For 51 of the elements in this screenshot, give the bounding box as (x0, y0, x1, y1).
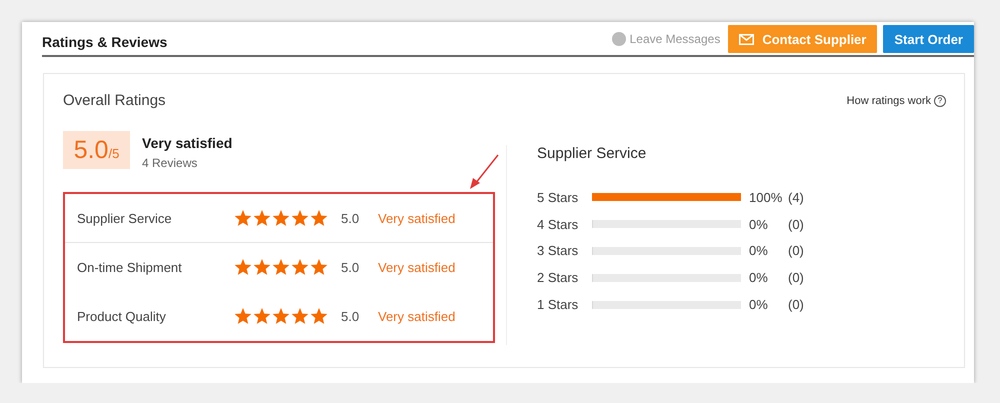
star-level-label: 2 Stars (537, 270, 580, 286)
category-score: 5.0 (341, 260, 360, 274)
rating-percent: 0% (749, 270, 769, 286)
star-icon (272, 258, 290, 276)
star-icon (310, 210, 328, 226)
overall-verdict: Very satisfied (142, 135, 232, 151)
section-title: Ratings & Reviews (42, 32, 168, 50)
rating-count: (0) (788, 297, 804, 312)
star-icon (291, 308, 309, 324)
start-order-button[interactable]: Start Order (883, 25, 974, 53)
contact-supplier-button[interactable]: Contact Supplier (728, 25, 878, 53)
category-score: 5.0 (341, 308, 360, 324)
star-level-label: 5 Stars (537, 190, 580, 205)
rating-percent: 0% (749, 243, 769, 258)
category-verdict: Very satisfied (378, 308, 456, 324)
star-icon (310, 308, 328, 324)
star-icon (310, 258, 328, 276)
envelope-icon (739, 34, 754, 44)
rating-percent: 0% (749, 216, 769, 232)
category-score: 5.0 (341, 210, 360, 226)
rating-percent: 100% (749, 190, 784, 205)
annotation-arrow (469, 154, 499, 190)
leave-messages-link[interactable]: Leave Messages (612, 32, 720, 46)
review-count: 4 Reviews (142, 156, 198, 170)
breakdown-title: Supplier Service (537, 145, 648, 162)
category-verdict: Very satisfied (378, 260, 456, 274)
star-icon (253, 210, 271, 226)
star-icon (272, 210, 290, 226)
star-icon (291, 258, 309, 276)
rating-count: (0) (788, 270, 804, 286)
star-level-label: 1 Stars (537, 297, 580, 312)
star-icon (234, 308, 252, 324)
rating-count: (0) (788, 216, 804, 232)
rating-percent: 0% (749, 297, 769, 312)
star-icon (253, 258, 271, 276)
star-icon (291, 210, 309, 226)
how-ratings-work-link[interactable]: How ratings work ? (846, 94, 946, 106)
star-icon (234, 258, 252, 276)
category-label: Product Quality (77, 308, 167, 324)
score-badge: 5.0/5 (63, 131, 130, 169)
star-level-label: 3 Stars (537, 243, 580, 258)
overall-ratings-title: Overall Ratings (63, 92, 166, 109)
star-icon (234, 210, 252, 226)
rating-count: (4) (788, 190, 804, 205)
rating-count: (0) (788, 243, 804, 258)
category-label: On-time Shipment (77, 260, 183, 274)
category-label: Supplier Service (77, 210, 173, 226)
star-icon (253, 308, 271, 324)
star-icon (272, 308, 290, 324)
star-level-label: 4 Stars (537, 216, 580, 232)
category-verdict: Very satisfied (378, 210, 456, 226)
